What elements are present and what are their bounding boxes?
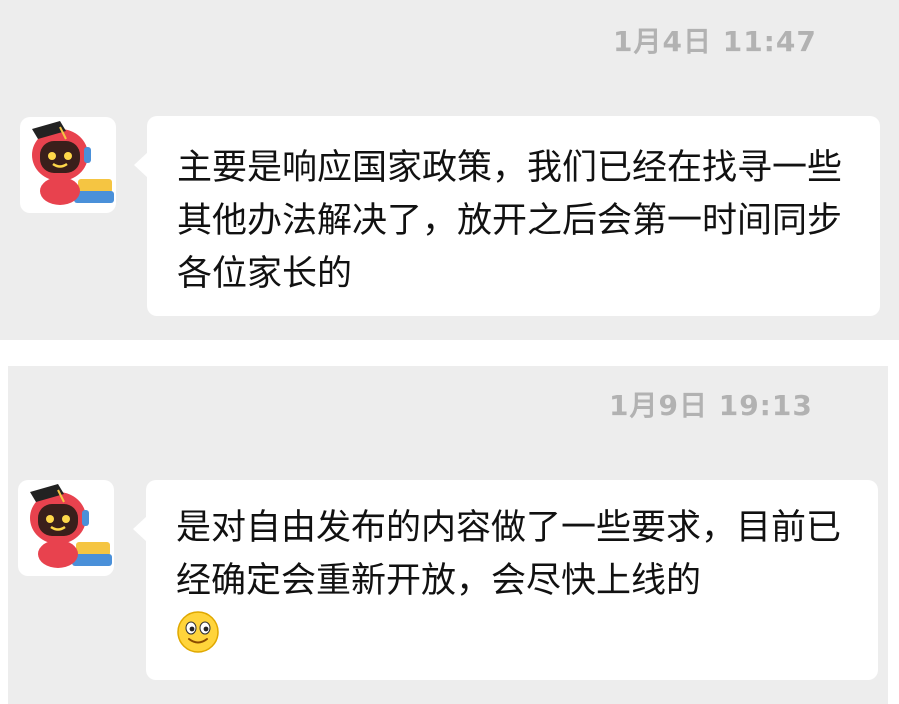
robot-mascot-icon: [32, 121, 114, 205]
smiley-face-icon: [176, 610, 220, 670]
message-panel: 1月9日 19:13 是对自由发布的内容做了一些要求，目前已经确定会重新开放，会…: [8, 366, 888, 704]
message-text: 主要是响应国家政策，我们已经在找寻一些其他办法解决了，放开之后会第一时间同步各位…: [177, 148, 843, 294]
message-bubble[interactable]: 主要是响应国家政策，我们已经在找寻一些其他办法解决了，放开之后会第一时间同步各位…: [134, 116, 880, 316]
sender-avatar[interactable]: [18, 480, 114, 576]
message-text: 是对自由发布的内容做了一些要求，目前已经确定会重新开放，会尽快上线的: [176, 508, 842, 601]
message-bubble[interactable]: 是对自由发布的内容做了一些要求，目前已经确定会重新开放，会尽快上线的: [133, 480, 878, 680]
robot-mascot-icon: [30, 484, 112, 568]
message-panel: 1月4日 11:47 主要是响应国家政策，我们已经在找寻一些其他办法解决了，放开…: [0, 0, 899, 340]
message-timestamp: 1月9日 19:13: [609, 389, 813, 422]
sender-avatar[interactable]: [20, 117, 116, 213]
message-timestamp: 1月4日 11:47: [613, 25, 817, 58]
